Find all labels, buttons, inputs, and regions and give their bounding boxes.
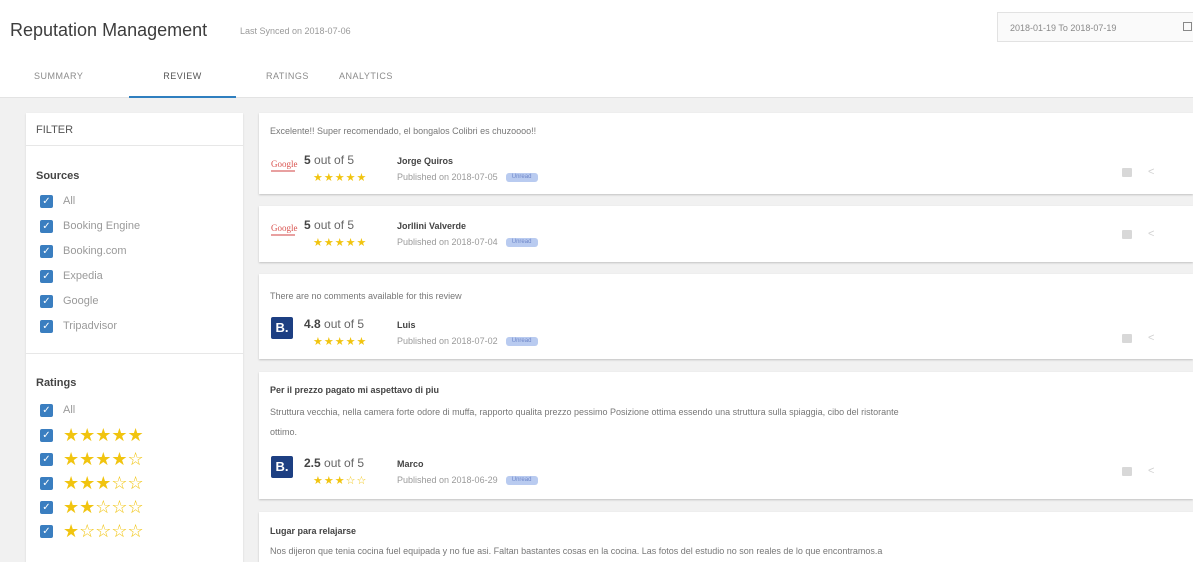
message-icon[interactable] xyxy=(1122,168,1132,177)
sources-title: Sources xyxy=(36,170,80,182)
review-score: 5 out of 5 xyxy=(304,218,355,232)
google-logo: Google xyxy=(271,222,298,236)
share-icon[interactable]: < xyxy=(1148,167,1158,178)
share-icon[interactable]: < xyxy=(1148,229,1158,240)
source-option-expedia[interactable]: ✓ Expedia xyxy=(40,268,103,284)
share-icon[interactable]: < xyxy=(1148,466,1158,477)
checkbox-checked-icon[interactable]: ✓ xyxy=(40,294,53,308)
filter-panel: FILTER Sources ✓ All ✓ Booking Engine ✓ … xyxy=(26,113,243,562)
reviewer-name: Luis xyxy=(397,320,416,330)
source-option-all[interactable]: ✓ All xyxy=(40,193,75,209)
review-stars: ★★★★★ xyxy=(313,172,368,184)
published-date: Published on 2018-07-04 Unread xyxy=(397,237,538,248)
checkbox-checked-icon[interactable]: ✓ xyxy=(40,269,53,283)
source-label: All xyxy=(63,195,76,207)
date-range-value: 2018-01-19 To 2018-07-19 xyxy=(1010,23,1117,33)
star-rating-2: ★★☆☆☆ xyxy=(63,497,144,517)
published-date: Published on 2018-06-29 Unread xyxy=(397,475,538,486)
source-label: Booking Engine xyxy=(63,220,141,232)
source-option-booking-engine[interactable]: ✓ Booking Engine xyxy=(40,218,140,234)
divider xyxy=(26,353,243,354)
source-option-google[interactable]: ✓ Google xyxy=(40,293,98,309)
checkbox-checked-icon[interactable]: ✓ xyxy=(40,319,53,333)
review-card: Google 5 out of 5 ★★★★★ Jorllini Valverd… xyxy=(259,206,1193,262)
filter-heading: FILTER xyxy=(26,113,243,146)
rating-option-4[interactable]: ✓ ★★★★☆ xyxy=(40,449,144,469)
review-score: 5 out of 5 xyxy=(304,153,355,167)
star-rating-5: ★★★★★ xyxy=(63,425,144,445)
checkbox-checked-icon[interactable]: ✓ xyxy=(40,428,53,442)
star-rating-3: ★★★☆☆ xyxy=(63,473,144,493)
tab-ratings[interactable]: RATINGS xyxy=(266,71,309,98)
checkbox-checked-icon[interactable]: ✓ xyxy=(40,244,53,258)
review-stars: ★★★☆☆ xyxy=(313,475,368,487)
review-card: Lugar para relajarse Nos dijeron que ten… xyxy=(259,512,1193,562)
reviewer-name: Jorge Quiros xyxy=(397,156,454,166)
rating-option-5[interactable]: ✓ ★★★★★ xyxy=(40,425,144,445)
review-card: There are no comments available for this… xyxy=(259,274,1193,359)
review-comment: There are no comments available for this… xyxy=(270,291,462,301)
page-header: Reputation Management Last Synced on 201… xyxy=(0,0,1193,58)
tab-review[interactable]: REVIEW xyxy=(129,71,236,98)
review-title: Per il prezzo pagato mi aspettavo di piu xyxy=(270,385,440,395)
unread-badge: Unread xyxy=(505,476,538,486)
checkbox-checked-icon[interactable]: ✓ xyxy=(40,524,53,538)
message-icon[interactable] xyxy=(1122,230,1132,239)
message-icon[interactable] xyxy=(1122,467,1132,476)
rating-option-all[interactable]: ✓ All xyxy=(40,402,75,418)
published-date: Published on 2018-07-02 Unread xyxy=(397,336,538,347)
ratings-title: Ratings xyxy=(36,377,77,389)
unread-badge: Unread xyxy=(505,238,538,248)
checkbox-checked-icon[interactable]: ✓ xyxy=(40,194,53,208)
calendar-icon[interactable] xyxy=(1183,22,1192,31)
review-comment-continued: ottimo. xyxy=(270,427,298,437)
checkbox-checked-icon[interactable]: ✓ xyxy=(40,219,53,233)
star-rating-4: ★★★★☆ xyxy=(63,449,144,469)
date-range-picker[interactable]: 2018-01-19 To 2018-07-19 xyxy=(997,12,1193,42)
booking-logo: B. xyxy=(271,317,293,339)
source-label: Expedia xyxy=(63,270,103,282)
review-comment: Struttura vecchia, nella camera forte od… xyxy=(270,407,899,417)
review-stars: ★★★★★ xyxy=(313,336,368,348)
booking-logo: B. xyxy=(271,456,293,478)
source-label: Booking.com xyxy=(63,245,127,257)
published-date: Published on 2018-07-05 Unread xyxy=(397,172,538,183)
last-synced-text: Last Synced on 2018-07-06 xyxy=(240,26,351,36)
reviewer-name: Marco xyxy=(397,459,424,469)
source-option-tripadvisor[interactable]: ✓ Tripadvisor xyxy=(40,318,117,334)
unread-badge: Unread xyxy=(505,173,538,183)
review-card: Per il prezzo pagato mi aspettavo di piu… xyxy=(259,372,1193,499)
rating-option-2[interactable]: ✓ ★★☆☆☆ xyxy=(40,497,144,517)
review-stars: ★★★★★ xyxy=(313,237,368,249)
source-label: Google xyxy=(63,295,99,307)
review-score: 4.8 out of 5 xyxy=(304,317,365,331)
rating-option-1[interactable]: ✓ ★☆☆☆☆ xyxy=(40,521,144,541)
reviewer-name: Jorllini Valverde xyxy=(397,221,467,231)
checkbox-checked-icon[interactable]: ✓ xyxy=(40,452,53,466)
review-title: Lugar para relajarse xyxy=(270,526,357,536)
message-icon[interactable] xyxy=(1122,334,1132,343)
google-logo: Google xyxy=(271,158,298,172)
tab-summary[interactable]: SUMMARY xyxy=(34,71,83,98)
review-score: 2.5 out of 5 xyxy=(304,456,365,470)
share-icon[interactable]: < xyxy=(1148,333,1158,344)
page-title: Reputation Management xyxy=(10,20,208,40)
source-label: Tripadvisor xyxy=(63,320,117,332)
tab-bar: SUMMARY REVIEW RATINGS ANALYTICS xyxy=(0,58,1193,98)
unread-badge: Unread xyxy=(505,337,538,347)
checkbox-checked-icon[interactable]: ✓ xyxy=(40,500,53,514)
rating-label: All xyxy=(63,404,76,416)
checkbox-checked-icon[interactable]: ✓ xyxy=(40,403,53,417)
review-comment: Excelente!! Super recomendado, el bongal… xyxy=(270,126,537,136)
source-option-booking-com[interactable]: ✓ Booking.com xyxy=(40,243,127,259)
star-rating-1: ★☆☆☆☆ xyxy=(63,521,144,541)
review-card: Excelente!! Super recomendado, el bongal… xyxy=(259,113,1193,194)
tab-analytics[interactable]: ANALYTICS xyxy=(339,71,393,98)
checkbox-checked-icon[interactable]: ✓ xyxy=(40,476,53,490)
review-comment: Nos dijeron que tenia cocina fuel equipa… xyxy=(270,546,883,556)
rating-option-3[interactable]: ✓ ★★★☆☆ xyxy=(40,473,144,493)
